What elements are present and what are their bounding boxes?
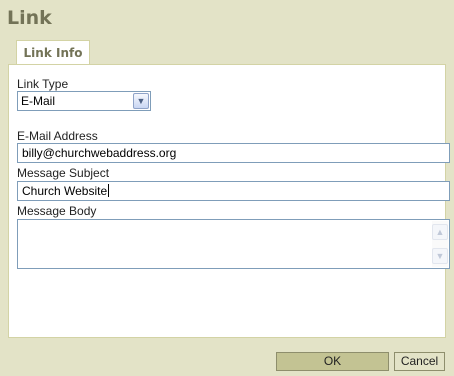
chevron-down-icon[interactable]: ▼: [133, 93, 149, 109]
scroll-down-icon[interactable]: ▼: [432, 248, 448, 264]
email-address-label: E-Mail Address: [17, 129, 98, 143]
dialog-title: Link: [7, 7, 52, 29]
link-dialog: Link Link Info Link Type E-Mail ▼ E-Mail…: [0, 0, 454, 376]
link-type-select[interactable]: E-Mail ▼: [17, 91, 151, 111]
message-body-textarea[interactable]: ▲ ▼: [17, 219, 450, 269]
scroll-up-icon[interactable]: ▲: [432, 224, 448, 240]
message-subject-label: Message Subject: [17, 166, 110, 180]
message-subject-field[interactable]: Church Website: [17, 181, 450, 201]
ok-button[interactable]: OK: [276, 352, 389, 371]
link-type-label: Link Type: [17, 77, 69, 91]
cancel-button[interactable]: Cancel: [394, 352, 445, 371]
email-address-value: billy@churchwebaddress.org: [22, 146, 177, 160]
message-subject-value: Church Website: [22, 184, 108, 198]
text-caret: [108, 184, 110, 197]
message-body-scrollbar[interactable]: ▲ ▼: [432, 221, 448, 267]
tab-link-info[interactable]: Link Info: [16, 40, 90, 65]
message-body-label: Message Body: [17, 204, 97, 218]
link-type-selected-value: E-Mail: [21, 94, 56, 108]
email-address-field[interactable]: billy@churchwebaddress.org: [17, 143, 450, 163]
